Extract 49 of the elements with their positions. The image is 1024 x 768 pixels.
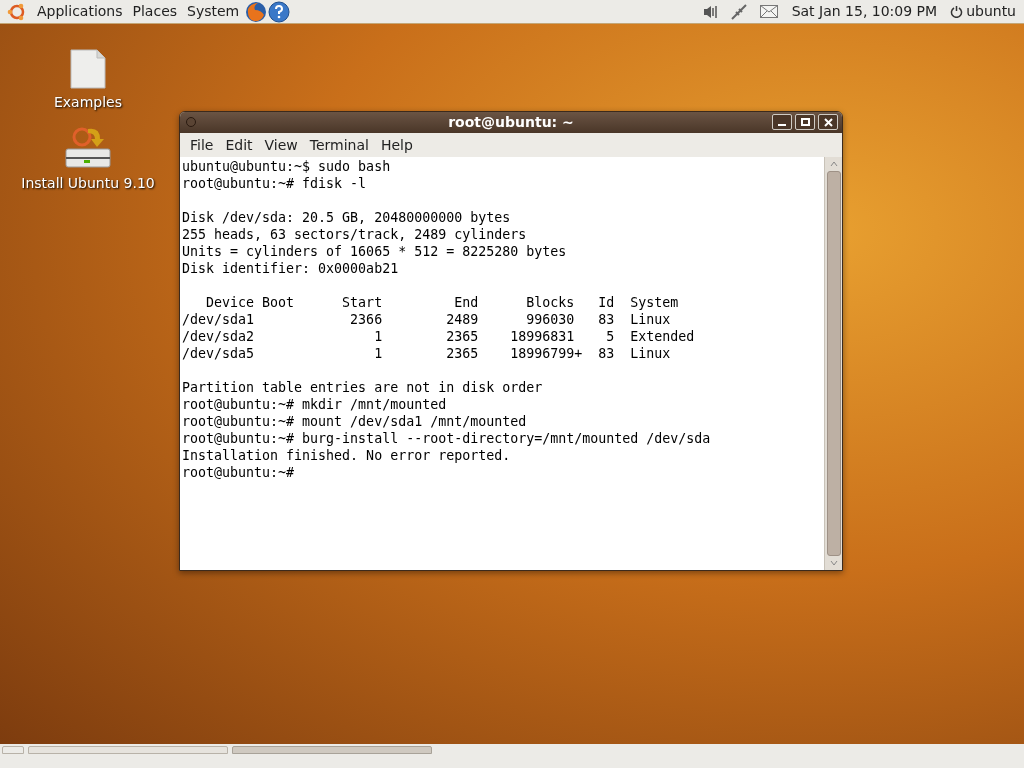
maximize-button[interactable] <box>795 114 815 130</box>
terminal-line: Device Boot Start End Blocks Id System <box>205 294 680 311</box>
ubuntu-logo-icon[interactable] <box>7 1 27 22</box>
volume-icon[interactable] <box>701 3 720 20</box>
terminal-line: /dev/sda5 1 2365 18996799+ 83 Linux <box>182 345 672 362</box>
network-plug-icon[interactable] <box>729 2 748 21</box>
terminal-line: Disk /dev/sda: 20.5 GB, 20480000000 bytes <box>182 209 512 226</box>
terminal-line: /dev/sda2 1 2365 18996831 5 Extended <box>182 328 696 345</box>
terminal-line: Units = cylinders of 16065 * 512 = 8225280 bytes <box>182 243 568 260</box>
menu-item[interactable]: Terminal <box>309 134 369 156</box>
terminal-line: ubuntu@ubuntu:~$ sudo bash <box>182 158 392 175</box>
close-button[interactable] <box>818 114 838 130</box>
terminal-line: Partition table entries are not in disk order <box>182 379 544 396</box>
panel-menu[interactable]: Applications <box>37 1 123 22</box>
scrollbar[interactable] <box>824 157 842 570</box>
terminal-line: root@ubuntu:~# <box>182 464 296 481</box>
window-title: root@ubuntu: ~ <box>448 113 574 132</box>
panel-menu[interactable]: System <box>187 1 240 22</box>
window-menu-icon[interactable] <box>186 117 196 127</box>
installer-drive-icon <box>62 125 114 171</box>
scrollbar-thumb[interactable] <box>826 171 841 556</box>
menu-item[interactable]: Help <box>380 134 413 156</box>
desktop-icon-label[interactable]: Examples <box>54 92 122 113</box>
menu-item[interactable]: View <box>264 134 298 156</box>
terminal-line: 255 heads, 63 sectors/track, 2489 cylinders <box>182 226 528 243</box>
terminal-line: Disk identifier: 0x0000ab21 <box>182 260 400 277</box>
browser-globe-icon[interactable] <box>245 0 268 23</box>
close-icon <box>823 117 833 127</box>
terminal-line: Installation finished. No error reported. <box>182 447 512 464</box>
minimize-icon <box>778 124 786 126</box>
terminal-line: root@ubuntu:~# mkdir /mnt/mounted <box>182 396 448 413</box>
terminal-line: root@ubuntu:~# mount /dev/sda1 /mnt/mounted <box>182 413 528 430</box>
menu-item[interactable]: File <box>190 134 214 156</box>
clock[interactable]: Sat Jan 15, 10:09 PM <box>791 1 938 22</box>
panel-menu[interactable]: Places <box>132 1 178 22</box>
maximize-icon <box>800 118 810 126</box>
minimize-button[interactable] <box>772 114 792 130</box>
scroll-up-icon[interactable] <box>828 159 839 169</box>
desktop-icon-label[interactable]: Install Ubuntu 9.10 <box>21 173 155 194</box>
power-icon[interactable] <box>950 5 964 18</box>
document-icon <box>69 48 107 90</box>
terminal-line: root@ubuntu:~# fdisk -l <box>182 175 368 192</box>
menu-item[interactable]: Edit <box>225 134 253 156</box>
terminal-line: /dev/sda1 2366 2489 996030 83 Linux <box>182 311 672 328</box>
help-icon[interactable] <box>268 0 291 23</box>
terminal-line: root@ubuntu:~# burg-install --root-directory=/mnt/mounted /dev/sda <box>182 430 712 447</box>
mail-envelope-icon[interactable] <box>759 5 778 18</box>
user-name[interactable]: ubuntu <box>966 1 1016 22</box>
scroll-down-icon[interactable] <box>828 558 839 568</box>
